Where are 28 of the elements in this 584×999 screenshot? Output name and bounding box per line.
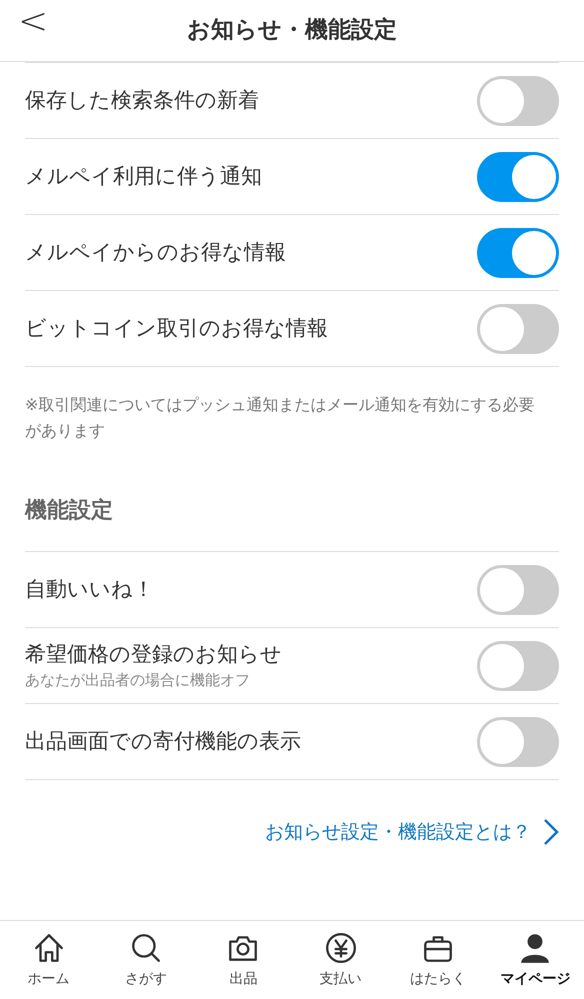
- setting-label: 希望価格の登録のお知らせ: [25, 641, 282, 668]
- setting-label: メルペイからのお得な情報: [25, 239, 286, 266]
- toggle-switch[interactable]: [477, 152, 559, 202]
- toggle-switch[interactable]: [477, 304, 559, 354]
- yen-icon: [324, 930, 358, 964]
- setting-label: 保存した検索条件の新着: [25, 87, 259, 114]
- page-title: お知らせ・機能設定: [187, 16, 397, 46]
- toggle-switch[interactable]: [477, 228, 559, 278]
- chevron-right-icon: [543, 818, 559, 846]
- tab-bar-item[interactable]: 支払い: [292, 921, 390, 999]
- tab-bar-item[interactable]: さがす: [97, 921, 195, 999]
- toggle-switch[interactable]: [477, 640, 559, 690]
- tab-bar-item[interactable]: マイページ: [486, 921, 584, 999]
- help-link[interactable]: お知らせ設定・機能設定とは？: [265, 818, 559, 846]
- setting-label: 自動いいね！: [25, 576, 154, 603]
- tab-bar-item[interactable]: 出品: [194, 921, 292, 999]
- tab-bar-item[interactable]: ホーム: [0, 921, 98, 999]
- setting-description: あなたが出品者の場合に機能オフ: [25, 671, 251, 690]
- toggle-switch[interactable]: [477, 76, 559, 126]
- setting-label: 出品画面での寄付機能の表示: [25, 728, 301, 755]
- back-button[interactable]: <: [18, 4, 48, 40]
- tab-bar-item[interactable]: はたらく: [389, 921, 487, 999]
- toggle-switch[interactable]: [477, 564, 559, 614]
- setting-label: ビットコイン取引のお得な情報: [25, 315, 328, 342]
- note-text: ※取引関連についてはプッシュ通知またはメール通知を有効にする必要があります: [25, 394, 536, 442]
- section-heading: 機能設定: [25, 496, 114, 525]
- setting-label: メルペイ利用に伴う通知: [25, 163, 262, 190]
- toggle-switch[interactable]: [477, 716, 559, 766]
